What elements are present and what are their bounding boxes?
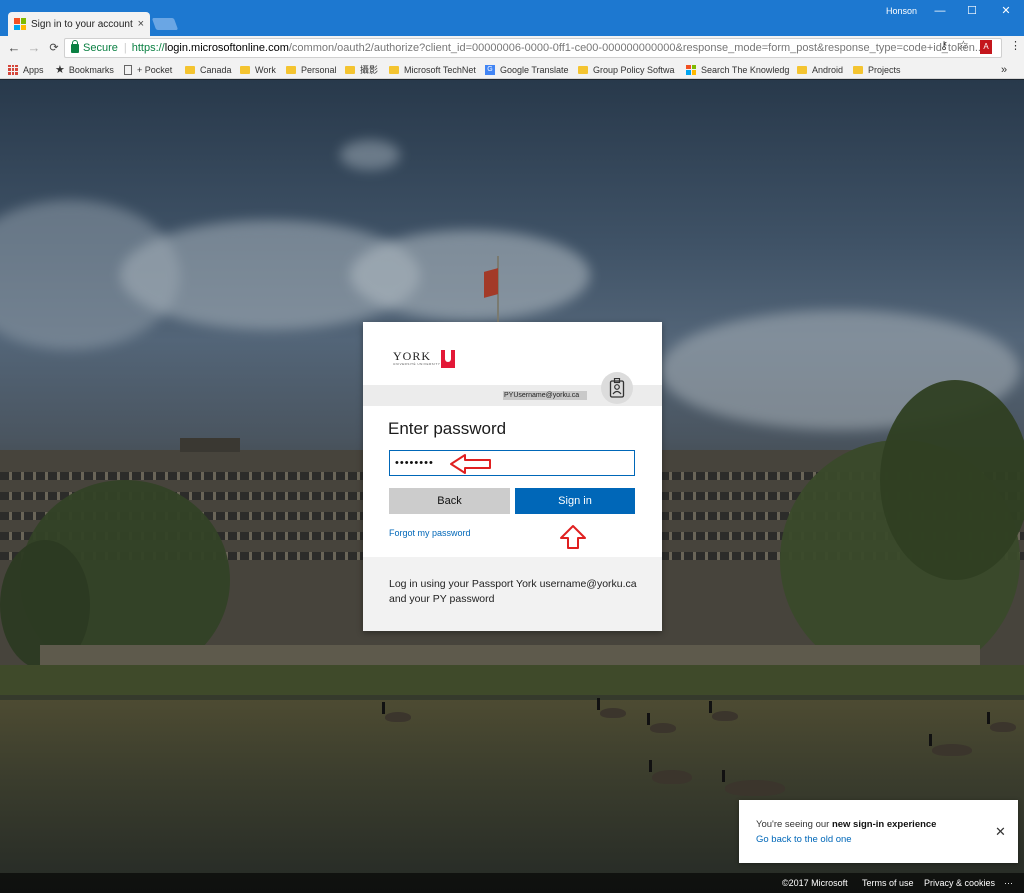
page-icon <box>124 64 132 75</box>
page-title: Enter password <box>388 419 507 438</box>
notice-message: You're seeing our new sign-in experience <box>756 819 936 830</box>
url-host: login.microsoftonline.com <box>164 42 289 54</box>
bookmark-bookmarks[interactable]: ★ Bookmarks <box>55 63 114 76</box>
bookmark-label: Personal <box>301 64 337 75</box>
folder-icon <box>185 65 195 74</box>
bookmark-label: Microsoft TechNet <box>404 64 476 75</box>
bookmark-label: Canada <box>200 64 232 75</box>
url-protocol: https:// <box>131 42 165 54</box>
close-window-button[interactable]: ✕ <box>996 3 1016 19</box>
signin-help-text: Log in using your Passport York username… <box>389 578 637 605</box>
google-translate-icon: G <box>485 64 495 75</box>
bookmark-personal[interactable]: Personal <box>286 63 337 76</box>
york-u-logo-icon <box>441 350 456 368</box>
id-badge-icon <box>601 372 633 404</box>
bookmark-canada[interactable]: Canada <box>185 63 232 76</box>
forgot-password-link[interactable]: Forgot my password <box>389 528 471 538</box>
new-experience-notice: You're seeing our new sign-in experience… <box>739 800 1018 863</box>
key-icon[interactable]: ⚷ <box>940 39 948 52</box>
bookmarks-overflow-button[interactable]: » <box>1001 63 1007 76</box>
folder-icon <box>240 65 250 74</box>
signin-card: YORK UNIVERSITÉ UNIVERSITY PYUsername@yo… <box>363 322 662 631</box>
maximize-button[interactable]: ☐ <box>962 3 982 19</box>
bookmark-label: + Pocket <box>137 64 173 75</box>
microsoft-logo-icon <box>686 64 696 75</box>
bookmark-search-kb[interactable]: Search The Knowledg <box>686 63 789 76</box>
bookmark-apps[interactable]: Apps <box>8 63 44 76</box>
flag <box>484 268 498 298</box>
folder-icon <box>797 65 807 74</box>
new-tab-button[interactable] <box>151 18 179 30</box>
kebab-menu-icon[interactable]: ⋮ <box>1010 39 1021 52</box>
browser-titlebar: Sign in to your account × Honson — ☐ ✕ <box>0 0 1024 36</box>
pdf-icon[interactable]: A <box>980 40 992 54</box>
forward-arrow-icon[interactable]: → <box>26 39 42 57</box>
bookmark-label: Google Translate <box>500 64 569 75</box>
bookmark-label: Bookmarks <box>68 64 114 75</box>
password-field[interactable]: •••••••• <box>389 450 635 476</box>
microsoft-logo-icon <box>14 18 26 30</box>
folder-icon <box>345 65 355 74</box>
bookmark-label: Projects <box>868 64 901 75</box>
close-icon[interactable]: ✕ <box>995 824 1006 840</box>
folder-icon <box>578 65 588 74</box>
pond <box>0 700 1024 893</box>
minimize-button[interactable]: — <box>930 3 950 19</box>
browser-tab[interactable]: Sign in to your account × <box>8 12 150 36</box>
bookmarks-bar: Apps ★ Bookmarks + Pocket Canada Work Pe… <box>0 60 1024 79</box>
folder-icon <box>853 65 863 74</box>
reload-icon[interactable]: ⟳ <box>46 39 62 57</box>
annotation-left-arrow-icon <box>450 454 491 474</box>
bookmark-photography[interactable]: 攝影 <box>345 63 378 76</box>
omnibox-separator: | <box>123 42 127 54</box>
url-path: /common/oauth2/authorize?client_id=00000… <box>288 42 985 54</box>
bookmark-label: 攝影 <box>360 65 379 75</box>
star-filled-icon: ★ <box>55 64 65 76</box>
page-footer: ©2017 Microsoft Terms of use Privacy & c… <box>0 873 1024 893</box>
york-university-logo: YORK UNIVERSITÉ UNIVERSITY <box>393 349 456 368</box>
terms-link[interactable]: Terms of use <box>862 878 914 888</box>
signin-help-box: Log in using your Passport York username… <box>363 557 662 631</box>
folder-icon <box>389 65 399 74</box>
back-button[interactable]: Back <box>389 488 510 514</box>
window-user-name[interactable]: Honson <box>886 6 917 16</box>
more-options-icon[interactable]: ··· <box>1004 878 1013 888</box>
bookmark-technet[interactable]: Microsoft TechNet <box>389 63 476 76</box>
bookmark-google-translate[interactable]: G Google Translate <box>485 63 569 76</box>
tab-title: Sign in to your account <box>31 18 133 30</box>
browser-toolbar: ← → ⟳ Secure | https:// login.microsofto… <box>0 36 1024 60</box>
notice-bold: new sign-in experience <box>831 819 937 830</box>
bookmark-label: Android <box>812 64 844 75</box>
identity-email: PYUsername@yorku.ca <box>503 391 588 400</box>
bookmark-work[interactable]: Work <box>240 63 276 76</box>
folder-icon <box>286 65 296 74</box>
apps-grid-icon <box>8 64 18 75</box>
privacy-link[interactable]: Privacy & cookies <box>924 878 995 888</box>
tab-close-icon[interactable]: × <box>138 18 144 30</box>
org-subtitle: UNIVERSITÉ UNIVERSITY <box>393 362 441 366</box>
annotation-up-arrow-icon <box>560 525 586 549</box>
copyright-text: ©2017 Microsoft <box>782 878 848 888</box>
address-bar[interactable]: Secure | https:// login.microsoftonline.… <box>64 38 1002 58</box>
lock-icon <box>71 39 79 53</box>
bookmark-label: Work <box>255 64 276 75</box>
star-icon[interactable]: ☆ <box>958 38 969 52</box>
org-name: YORK <box>393 349 432 363</box>
bookmark-label: Search The Knowledg <box>701 64 790 75</box>
bookmark-label: Group Policy Softwa <box>593 64 675 75</box>
go-back-old-link[interactable]: Go back to the old one <box>756 834 852 845</box>
sign-in-button[interactable]: Sign in <box>515 488 635 514</box>
bookmark-group-policy[interactable]: Group Policy Softwa <box>578 63 675 76</box>
notice-prefix: You're seeing our <box>756 819 832 830</box>
bookmark-label: Apps <box>23 64 44 75</box>
bookmark-projects[interactable]: Projects <box>853 63 901 76</box>
bookmark-pocket[interactable]: + Pocket <box>124 63 172 76</box>
secure-label: Secure <box>83 42 118 54</box>
back-arrow-icon[interactable]: ← <box>6 39 22 57</box>
bookmark-android[interactable]: Android <box>797 63 843 76</box>
